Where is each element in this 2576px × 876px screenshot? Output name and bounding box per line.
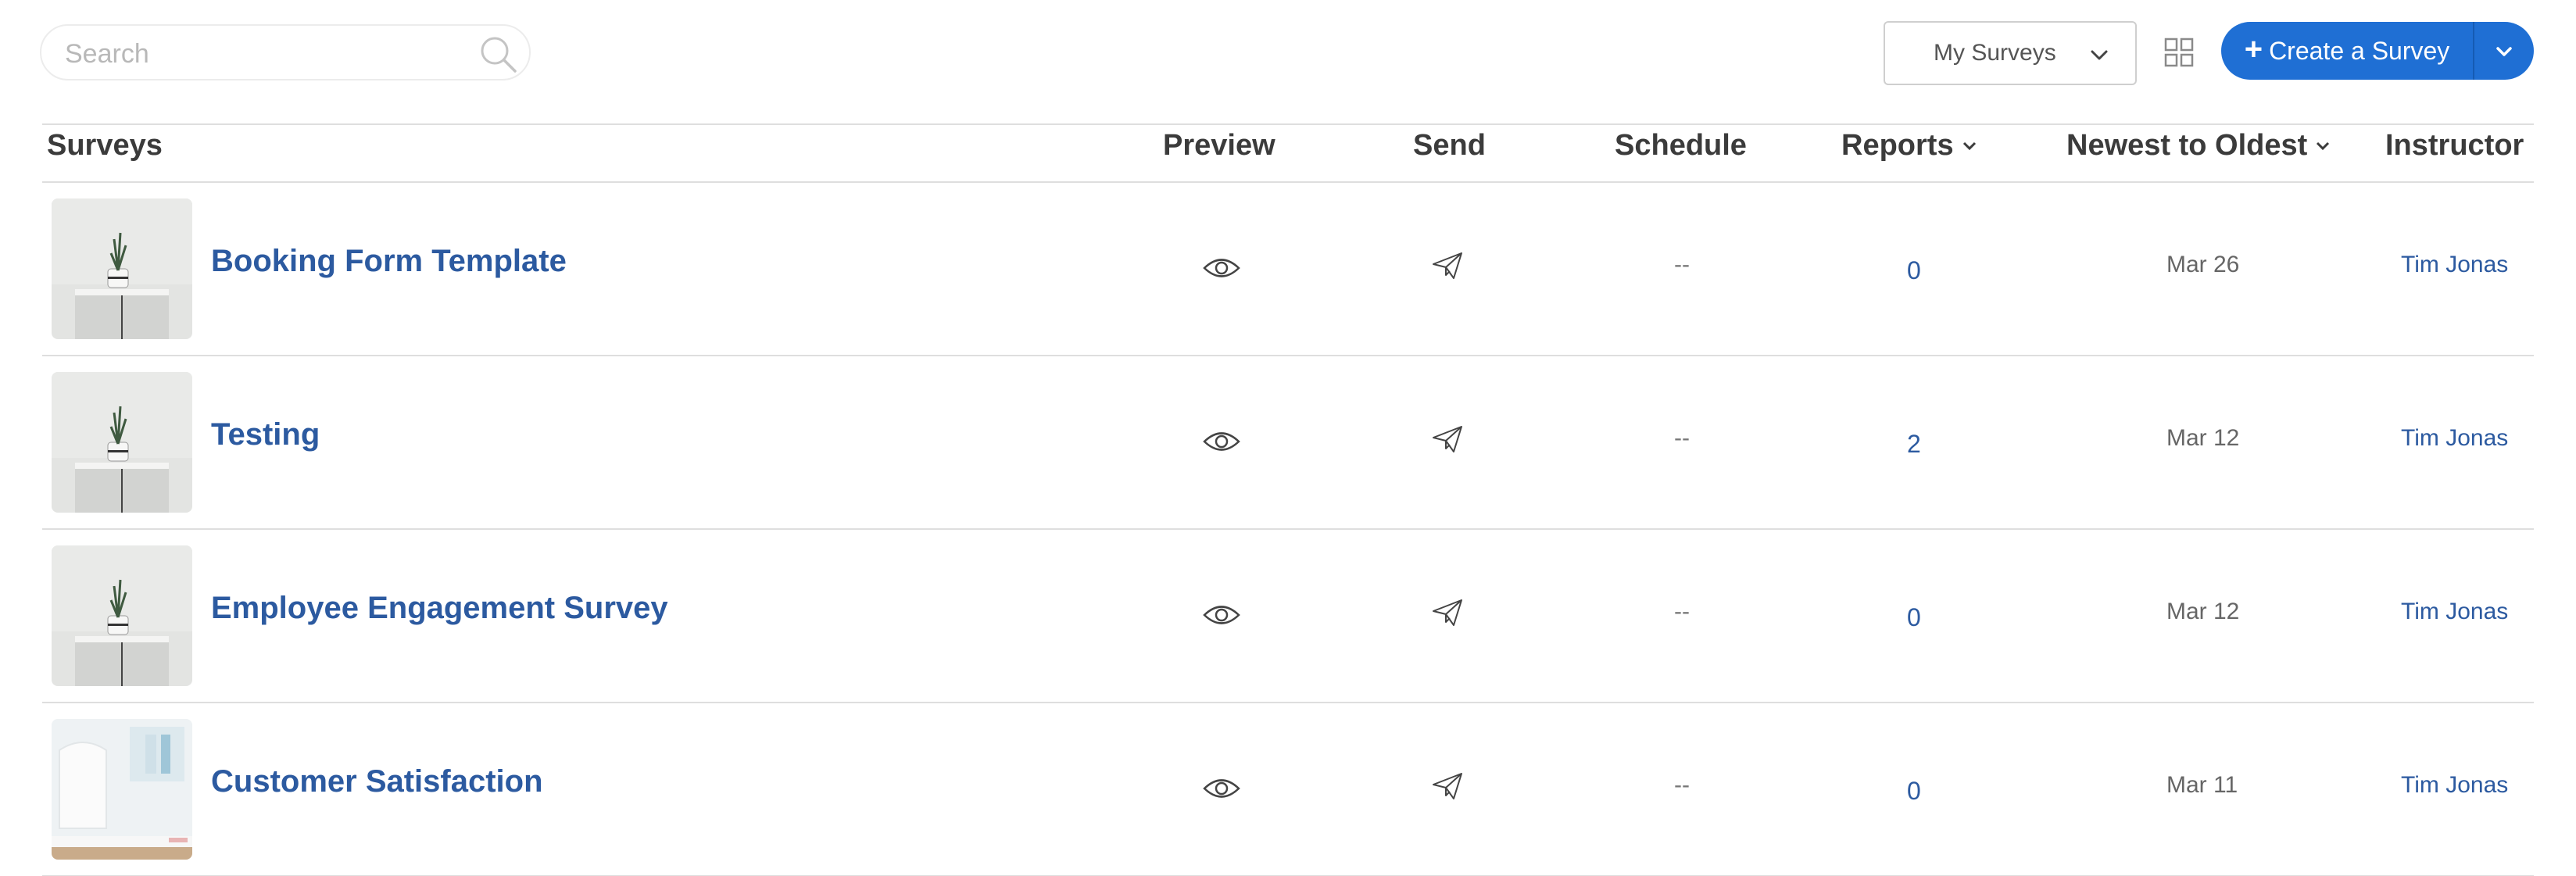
grid-view-icon[interactable] [2163, 37, 2195, 68]
preview-eye-icon[interactable] [1202, 775, 1241, 802]
survey-title-link[interactable]: Testing [211, 417, 320, 452]
send-paper-plane-icon[interactable] [1432, 252, 1463, 280]
reports-count-link[interactable]: 2 [1907, 430, 1921, 459]
column-header-schedule: Schedule [1615, 129, 1747, 162]
create-survey-button[interactable]: + Create a Survey [2221, 22, 2473, 80]
survey-date: Mar 12 [2166, 425, 2240, 451]
table-row[interactable]: Customer Satisfaction -- 0 Mar 11 Tim Jo… [42, 703, 2534, 875]
survey-date: Mar 12 [2166, 599, 2240, 624]
survey-date: Mar 26 [2166, 252, 2240, 277]
preview-eye-icon[interactable] [1202, 255, 1241, 281]
send-paper-plane-icon[interactable] [1432, 599, 1463, 627]
instructor-link[interactable]: Tim Jonas [2401, 599, 2508, 625]
survey-thumbnail[interactable] [52, 372, 192, 513]
sort-order-dropdown[interactable]: Newest to Oldest [2066, 129, 2331, 163]
search-icon[interactable] [478, 34, 518, 74]
survey-thumbnail[interactable] [52, 719, 192, 860]
survey-title-link[interactable]: Employee Engagement Survey [211, 591, 668, 626]
reports-count-link[interactable]: 0 [1907, 256, 1921, 285]
instructor-link[interactable]: Tim Jonas [2401, 252, 2508, 278]
table-row[interactable]: Testing -- 2 Mar 12 Tim Jonas [42, 356, 2534, 528]
schedule-value: -- [1674, 425, 1690, 451]
table-row[interactable]: Employee Engagement Survey -- 0 Mar 12 T… [42, 530, 2534, 702]
reports-count-link[interactable]: 0 [1907, 603, 1921, 632]
column-header-instructor: Instructor [2385, 129, 2524, 162]
column-header-reports[interactable]: Reports [1841, 129, 1977, 163]
create-survey-label: Create a Survey [2269, 36, 2450, 65]
plus-icon: + [2244, 32, 2263, 66]
column-header-send: Send [1413, 129, 1486, 162]
search-box[interactable] [40, 24, 531, 80]
survey-thumbnail[interactable] [52, 545, 192, 686]
chevron-down-icon [2091, 50, 2108, 60]
chevron-down-icon [1962, 141, 1976, 150]
preview-eye-icon[interactable] [1202, 428, 1241, 455]
survey-filter-value: My Surveys [1934, 40, 2056, 66]
survey-date: Mar 11 [2166, 772, 2238, 798]
search-input[interactable] [63, 34, 473, 74]
chevron-down-icon [2496, 47, 2512, 56]
create-options-button[interactable] [2474, 22, 2534, 80]
reports-header-label: Reports [1841, 129, 1954, 162]
chevron-down-icon [2317, 141, 2330, 150]
survey-title-link[interactable]: Customer Satisfaction [211, 764, 543, 799]
survey-thumbnail[interactable] [52, 198, 192, 339]
preview-eye-icon[interactable] [1202, 602, 1241, 628]
reports-count-link[interactable]: 0 [1907, 777, 1921, 806]
instructor-link[interactable]: Tim Jonas [2401, 425, 2508, 452]
table-top-border [42, 123, 2534, 125]
send-paper-plane-icon[interactable] [1432, 772, 1463, 800]
instructor-link[interactable]: Tim Jonas [2401, 772, 2508, 799]
sort-order-label: Newest to Oldest [2066, 129, 2308, 162]
send-paper-plane-icon[interactable] [1432, 425, 1463, 453]
survey-filter-dropdown[interactable]: My Surveys [1884, 21, 2137, 85]
schedule-value: -- [1674, 599, 1690, 624]
schedule-value: -- [1674, 252, 1690, 277]
column-header-preview: Preview [1163, 129, 1275, 162]
table-row[interactable]: Booking Form Template -- 0 Mar 26 Tim Jo… [42, 183, 2534, 355]
schedule-value: -- [1674, 772, 1690, 798]
survey-title-link[interactable]: Booking Form Template [211, 244, 567, 279]
column-header-surveys: Surveys [47, 129, 163, 162]
create-survey-split-button: + Create a Survey [2221, 22, 2534, 80]
